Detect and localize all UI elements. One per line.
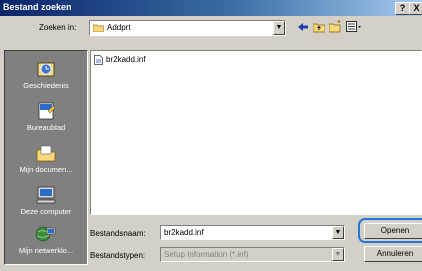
filename-label: Bestandsnaam: bbox=[90, 229, 146, 238]
desktop-icon bbox=[38, 102, 56, 120]
place-my-documents-label: Mijn documen... bbox=[19, 165, 73, 174]
lookin-combo[interactable]: Addprt ▼ bbox=[89, 20, 286, 36]
places-bar: Geschiedenis Bureaublad Mijn documen... bbox=[4, 50, 88, 265]
filename-value: br2kadd.inf bbox=[164, 228, 204, 237]
file-dialog: Bestand zoeken ? X Zoeken in: Addprt ▼ G… bbox=[0, 0, 422, 271]
view-menu-icon[interactable] bbox=[346, 21, 362, 33]
filetype-dropdown-button[interactable]: ▼ bbox=[332, 248, 344, 261]
inf-file-icon bbox=[94, 55, 103, 65]
filename-dropdown-button[interactable]: ▼ bbox=[332, 226, 344, 239]
place-desktop-label: Bureaublad bbox=[26, 123, 66, 132]
close-button[interactable]: X bbox=[409, 2, 422, 15]
my-network-icon bbox=[35, 226, 56, 242]
place-my-computer-label: Deze computer bbox=[20, 207, 72, 216]
help-button[interactable]: ? bbox=[395, 2, 410, 15]
dialog-title: Bestand zoeken bbox=[3, 2, 72, 12]
open-button[interactable]: Openen bbox=[364, 223, 422, 239]
filename-field[interactable]: br2kadd.inf ▼ bbox=[160, 225, 345, 240]
place-my-computer[interactable]: Deze computer bbox=[5, 185, 87, 216]
lookin-dropdown-button[interactable]: ▼ bbox=[273, 21, 285, 35]
folder-icon bbox=[93, 24, 104, 32]
history-icon bbox=[37, 62, 55, 77]
lookin-value: Addprt bbox=[107, 23, 131, 32]
filetype-value: Setup Information (*.inf) bbox=[164, 250, 249, 259]
place-my-network[interactable]: Mijn netwerklo... bbox=[5, 224, 87, 255]
place-history-label: Geschiedenis bbox=[23, 81, 69, 90]
file-list[interactable]: br2kadd.inf bbox=[90, 50, 422, 215]
file-name: br2kadd.inf bbox=[106, 55, 146, 64]
my-computer-icon bbox=[36, 186, 56, 204]
place-my-network-label: Mijn netwerklo... bbox=[18, 246, 74, 255]
filetype-select[interactable]: Setup Information (*.inf) ▼ bbox=[160, 247, 345, 262]
place-desktop[interactable]: Bureaublad bbox=[5, 101, 87, 132]
cancel-button[interactable]: Annuleren bbox=[364, 246, 422, 262]
my-documents-icon bbox=[36, 145, 56, 162]
filetype-label: Bestandstypen: bbox=[90, 251, 146, 260]
title-bar[interactable]: Bestand zoeken ? X bbox=[0, 0, 422, 16]
place-my-documents[interactable]: Mijn documen... bbox=[5, 143, 87, 174]
back-arrow-icon[interactable] bbox=[297, 21, 309, 33]
new-folder-icon[interactable] bbox=[329, 19, 342, 33]
lookin-label: Zoeken in: bbox=[39, 23, 77, 32]
place-history[interactable]: Geschiedenis bbox=[5, 59, 87, 90]
up-folder-icon[interactable] bbox=[313, 21, 325, 33]
